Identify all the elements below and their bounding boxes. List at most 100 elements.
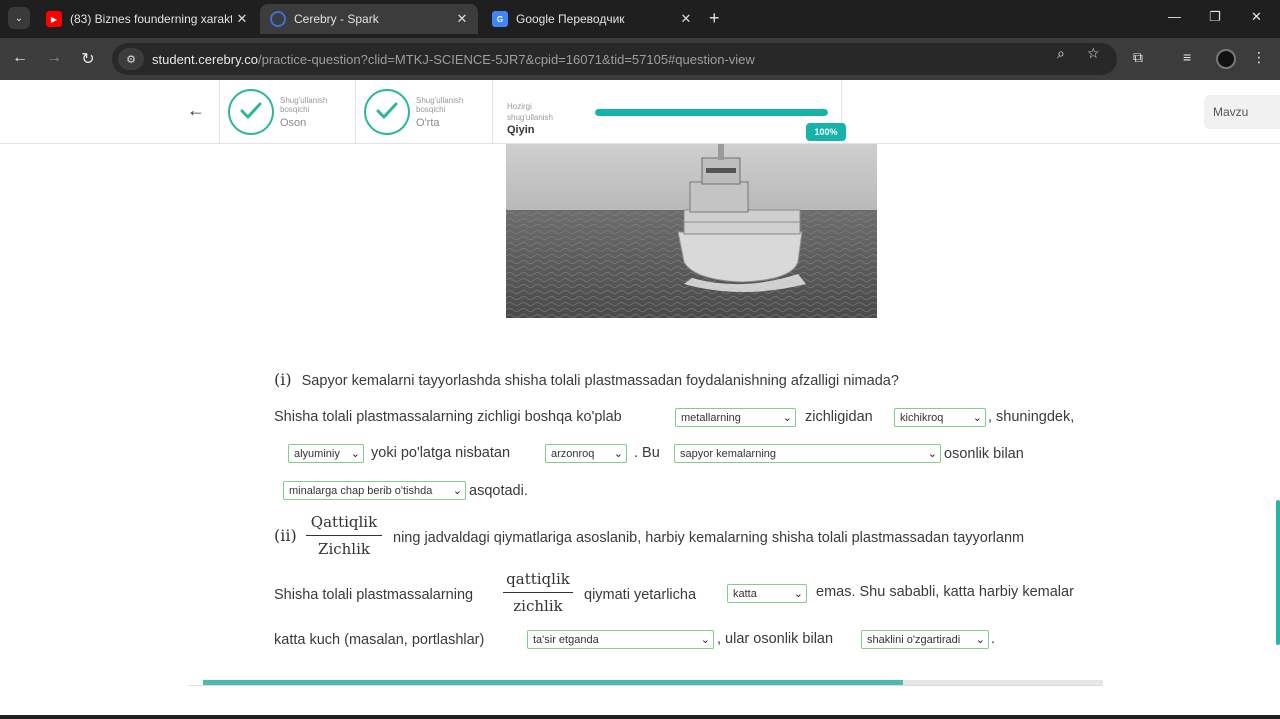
level-medium[interactable]: Shug'ullanish bosqichi O'rta (355, 80, 492, 144)
chevron-down-icon: ⌄ (613, 448, 623, 460)
fraction-bar (306, 535, 382, 536)
answer-text: . (991, 631, 996, 647)
close-icon[interactable]: ✕ (452, 11, 472, 27)
level-caption: Shug'ullanish bosqichi (280, 96, 328, 114)
answer-text: asqotadi. (469, 483, 528, 499)
minimize-icon[interactable]: — (1168, 9, 1181, 24)
question-ii-text: ning jadvaldagi qiymatlariga asoslanib, … (393, 530, 1025, 546)
question-ii-label-wrap: (ii) (274, 526, 297, 545)
answer-text: . Bu (634, 445, 660, 461)
select-value: ta'sir etganda (533, 633, 599, 646)
chevron-down-icon: ⌄ (700, 634, 710, 646)
current-caption: Hozirgi shug'ullanish (507, 102, 554, 122)
select-value: sapyor kemalarning (680, 447, 776, 460)
level-easy[interactable]: Shug'ullanish bosqichi Oson (219, 80, 356, 144)
chevron-down-icon: ⌄ (782, 412, 792, 424)
new-tab-plus-icon[interactable]: + (709, 8, 720, 29)
level-name: Oson (280, 117, 307, 129)
answer-text: emas. Shu sababli, katta harbiy kemalar (816, 584, 1074, 600)
select-4[interactable]: arzonroq ⌄ (545, 444, 627, 463)
zoom-icon[interactable]: ⌕ (1057, 45, 1065, 62)
site-settings-icon[interactable]: ⚙ (118, 48, 144, 70)
browser-tab-bar: ⌄ ▶ (83) Biznes founderning xarakte ✕ Ce… (0, 0, 1280, 38)
url-host: student.cerebry.co (152, 51, 258, 67)
back-icon[interactable]: ← (10, 49, 30, 67)
tab-search-chevron-icon[interactable]: ⌄ (8, 7, 30, 29)
select-value: katta (733, 587, 757, 600)
chevron-down-icon: ⌄ (927, 448, 937, 460)
divider (188, 685, 1103, 686)
answer-text: Shisha tolali plastmassalarning (274, 587, 474, 603)
page-scrollbar[interactable] (1276, 500, 1280, 645)
fraction-denominator: zichlik (513, 597, 563, 615)
answer-text: zichligidan (805, 409, 873, 425)
cerebry-icon (270, 11, 286, 27)
fraction-numerator: Qattiqlik (310, 513, 378, 531)
progress-badge: 100% (806, 123, 846, 141)
select-value: kichikroq (900, 411, 944, 424)
select-6[interactable]: minalarga chap berib o'tishda ⌄ (283, 481, 466, 500)
answer-text: qiymati yetarlicha (584, 587, 697, 603)
chevron-down-icon: ⌄ (972, 412, 982, 424)
youtube-icon: ▶ (46, 11, 62, 27)
question-i-text: Sapyor kemalarni tayyorlashda shisha tol… (301, 373, 899, 389)
answer-text: , shuningdek, (988, 409, 1075, 425)
extensions-icon[interactable]: ⧉ (1133, 49, 1143, 66)
answer-text: yoki po'latga nisbatan (371, 445, 511, 461)
level-current: Hozirgi shug'ullanish Qiyin 100% (492, 80, 846, 144)
taskbar-edge (0, 715, 1280, 719)
fraction-denominator: Zichlik (318, 540, 370, 558)
google-translate-icon: G (492, 11, 508, 27)
chevron-down-icon: ⌄ (793, 588, 803, 600)
forward-icon[interactable]: → (44, 49, 64, 67)
chevron-down-icon: ⌄ (975, 634, 985, 646)
window-close-icon[interactable]: ✕ (1251, 9, 1262, 25)
select-1[interactable]: metallarning ⌄ (675, 408, 796, 427)
topic-button[interactable]: Mavzu (1204, 95, 1280, 129)
ship-photo (506, 144, 877, 318)
question-i-label: (i) (274, 370, 292, 389)
check-circle-icon (228, 89, 274, 135)
media-control-icon[interactable]: ≡ (1183, 49, 1191, 65)
close-icon[interactable]: ✕ (676, 11, 696, 27)
answer-text: osonlik bilan (944, 446, 1024, 462)
tab-youtube[interactable]: ▶ (83) Biznes founderning xarakte ✕ (36, 4, 258, 34)
practice-header: ← Shug'ullanish bosqichi Oson Shug'ullan… (0, 80, 1280, 144)
tab-title: (83) Biznes founderning xarakte (70, 12, 232, 26)
tab-cerebry[interactable]: Cerebry - Spark ✕ (260, 4, 478, 34)
close-icon[interactable]: ✕ (232, 11, 252, 27)
select-5[interactable]: sapyor kemalarning ⌄ (674, 444, 941, 463)
select-9[interactable]: shaklini o'zgartiradi ⌄ (861, 630, 989, 649)
current-level-name: Qiyin (507, 124, 535, 136)
tab-title: Cerebry - Spark (294, 12, 379, 26)
select-value: shaklini o'zgartiradi (867, 633, 961, 646)
tab-google-translate[interactable]: G Google Переводчик ✕ (482, 4, 702, 34)
progress-bar (595, 109, 828, 116)
reload-icon[interactable]: ↻ (78, 49, 98, 69)
select-3[interactable]: alyuminiy ⌄ (288, 444, 364, 463)
select-value: arzonroq (551, 447, 595, 460)
address-bar[interactable]: ⚙ student.cerebry.co/practice-question?c… (112, 43, 1117, 75)
profile-avatar[interactable] (1216, 49, 1236, 69)
select-value: minalarga chap berib o'tishda (289, 484, 433, 497)
restore-icon[interactable]: ❐ (1209, 9, 1221, 25)
select-value: metallarning (681, 411, 741, 424)
chevron-down-icon: ⌄ (350, 448, 360, 460)
back-arrow-icon[interactable]: ← (187, 100, 205, 121)
check-circle-icon (364, 89, 410, 135)
fraction-hardness-density-lower: qattiqlik zichlik (503, 570, 573, 615)
fraction-numerator: qattiqlik (506, 570, 570, 588)
url-text: student.cerebry.co/practice-question?cli… (152, 52, 755, 67)
tab-title: Google Переводчик (516, 12, 625, 26)
fraction-bar (503, 592, 573, 593)
bookmark-star-icon[interactable]: ☆ (1087, 45, 1100, 62)
select-value: alyuminiy (294, 447, 340, 460)
question-i-line: (i) Sapyor kemalarni tayyorlashda shisha… (274, 370, 899, 389)
progress-fill (595, 109, 828, 116)
menu-kebab-icon[interactable]: ⋮ (1252, 49, 1266, 66)
select-7[interactable]: katta ⌄ (727, 584, 807, 603)
select-8[interactable]: ta'sir etganda ⌄ (527, 630, 714, 649)
answer-text: Shisha tolali plastmassalarning zichligi… (274, 409, 622, 425)
select-2[interactable]: kichikroq ⌄ (894, 408, 986, 427)
fraction-hardness-density: Qattiqlik Zichlik (306, 513, 382, 558)
